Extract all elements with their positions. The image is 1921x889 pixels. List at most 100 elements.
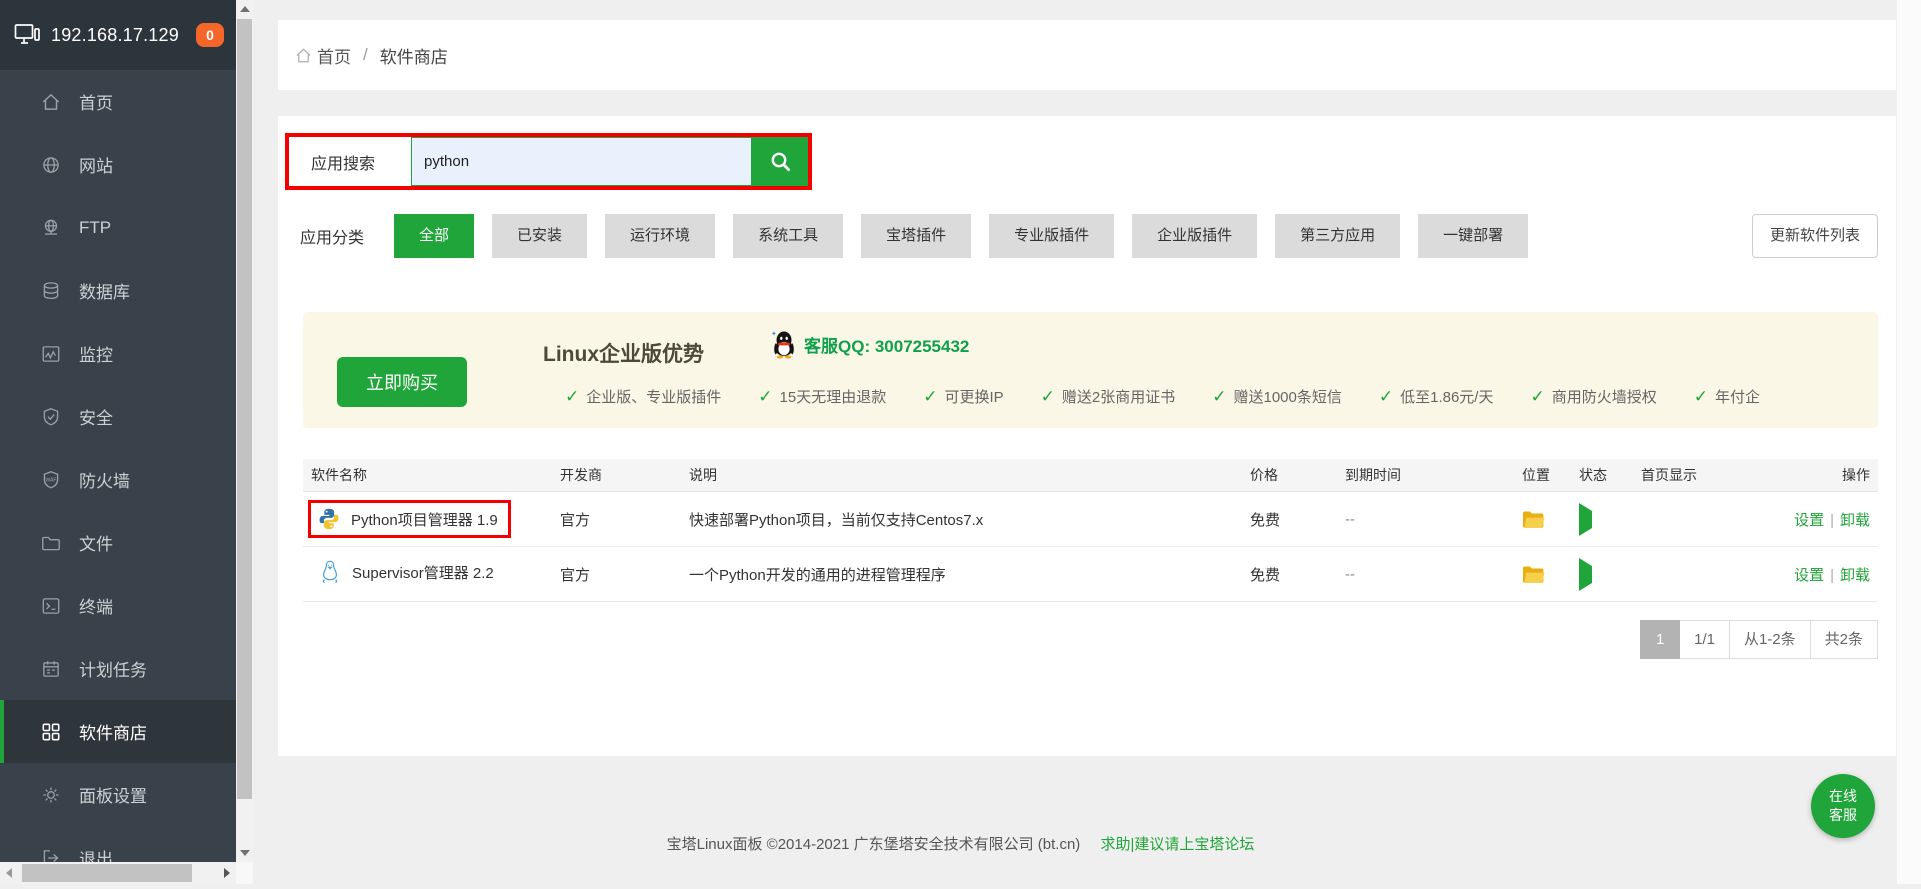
category-tab-pro-plugins[interactable]: 专业版插件 [989,214,1114,258]
scrollbar-corner [236,862,253,884]
sidebar-item-files[interactable]: 文件 [0,511,236,574]
app-developer: 官方 [552,564,681,585]
category-tab-one-click[interactable]: 一键部署 [1418,214,1528,258]
benefit-item: ✓15天无理由退款 [758,386,886,407]
qq-penguin-icon: ✦ [771,330,796,359]
globe-icon [40,154,62,176]
search-label: 应用搜索 [289,137,411,186]
check-icon: ✓ [565,387,579,407]
category-tab-third-party[interactable]: 第三方应用 [1275,214,1400,258]
app-description: 快速部署Python项目，当前仅支持Centos7.x [681,509,1242,530]
python-icon [317,507,341,531]
action-separator: | [1830,567,1834,584]
breadcrumb: 首页 / 软件商店 [278,20,1896,90]
scroll-down-arrow-icon[interactable] [240,850,250,856]
search-input[interactable] [411,137,752,186]
sidebar-item-database[interactable]: 数据库 [0,259,236,322]
main-content: 首页 / 软件商店 应用搜索 应用分类 全部 已安装 运行环境 系统工具 宝塔插… [253,0,1921,884]
scroll-left-arrow-icon[interactable] [6,868,12,878]
col-header-home-display: 首页显示 [1633,465,1753,485]
action-separator: | [1830,512,1834,529]
col-header-name: 软件名称 [303,465,552,485]
app-description: 一个Python开发的通用的进程管理程序 [681,564,1242,585]
app-developer: 官方 [552,509,681,530]
scroll-right-arrow-icon[interactable] [224,868,230,878]
sidebar-item-label: 网站 [79,152,113,177]
vertical-scrollbar[interactable] [236,0,253,862]
sidebar-item-label: 安全 [79,404,113,429]
check-icon: ✓ [1212,387,1226,407]
breadcrumb-home-link[interactable]: 首页 [317,43,351,68]
forum-link[interactable]: 求助|建议请上宝塔论坛 [1100,836,1254,853]
search-button[interactable] [752,137,808,186]
benefit-item: ✓赠送2张商用证书 [1041,386,1176,407]
scroll-up-arrow-icon[interactable] [240,6,250,12]
qq-service-text: 客服QQ: 3007255432 [804,332,969,357]
sidebar-item-ftp[interactable]: FTP [0,196,236,259]
sidebar-item-label: 监控 [79,341,113,366]
online-service-button[interactable]: 在线 客服 [1811,774,1875,838]
category-tab-enterprise-plugins[interactable]: 企业版插件 [1132,214,1257,258]
check-icon: ✓ [1530,387,1544,407]
category-tab-installed[interactable]: 已安装 [492,214,587,258]
sidebar-item-monitor[interactable]: 监控 [0,322,236,385]
check-icon: ✓ [758,387,772,407]
svg-text:✦: ✦ [771,330,777,338]
settings-link[interactable]: 设置 [1794,567,1824,584]
uninstall-link[interactable]: 卸载 [1840,567,1870,584]
benefit-item: ✓赠送1000条短信 [1212,386,1342,407]
check-icon: ✓ [923,387,937,407]
copyright-text: 宝塔Linux面板 ©2014-2021 广东堡塔安全技术有限公司 (bt.cn… [667,836,1081,853]
sidebar-item-terminal[interactable]: 终端 [0,574,236,637]
search-icon [769,150,792,173]
sidebar-item-label: 面板设置 [79,782,147,807]
breadcrumb-home-icon [294,46,313,65]
svg-text:WAF: WAF [45,477,56,483]
benefit-item: ✓企业版、专业版插件 [565,386,721,407]
category-label: 应用分类 [300,224,364,248]
sidebar: 192.168.17.129 0 首页 网站 FTP 数据库 监控 安全 WAF… [0,0,236,884]
enterprise-promo-banner: 立即购买 Linux企业版优势 ✦ [303,312,1878,428]
sidebar-item-label: 终端 [79,593,113,618]
col-header-price: 价格 [1242,465,1337,485]
horizontal-scrollbar-thumb[interactable] [22,864,192,882]
sidebar-item-home[interactable]: 首页 [0,70,236,133]
sidebar-item-security[interactable]: 安全 [0,385,236,448]
app-grid-icon [40,721,62,743]
folder-outline-icon [40,532,62,554]
running-status-icon[interactable] [1579,558,1592,591]
vertical-scrollbar-thumb[interactable] [237,19,252,799]
calendar-icon [40,658,62,680]
category-tab-bt-plugins[interactable]: 宝塔插件 [861,214,971,258]
col-header-actions: 操作 [1753,465,1878,485]
check-icon: ✓ [1694,387,1708,407]
category-tab-all[interactable]: 全部 [394,214,474,258]
buy-now-button[interactable]: 立即购买 [337,357,467,407]
breadcrumb-current: 软件商店 [380,43,448,68]
uninstall-link[interactable]: 卸载 [1840,512,1870,529]
sidebar-item-settings[interactable]: 面板设置 [0,763,236,826]
message-badge[interactable]: 0 [196,23,224,47]
running-status-icon[interactable] [1579,503,1592,536]
horizontal-scrollbar[interactable] [0,862,236,884]
search-annotation-box: 应用搜索 [285,133,812,190]
sidebar-item-firewall[interactable]: WAF 防火墙 [0,448,236,511]
benefit-list: ✓企业版、专业版插件 ✓15天无理由退款 ✓可更换IP ✓赠送2张商用证书 ✓赠… [565,386,1878,407]
sidebar-item-cron[interactable]: 计划任务 [0,637,236,700]
sidebar-item-label: 软件商店 [79,719,147,744]
category-tab-system-tools[interactable]: 系统工具 [733,214,843,258]
app-name: Supervisor管理器 2.2 [352,562,494,583]
settings-link[interactable]: 设置 [1794,512,1824,529]
open-folder-icon[interactable] [1522,510,1571,529]
open-folder-icon[interactable] [1522,565,1571,584]
sidebar-item-appstore[interactable]: 软件商店 [0,700,236,763]
col-header-developer: 开发商 [552,465,681,485]
benefit-item: ✓可更换IP [923,386,1003,407]
home-icon [40,91,62,113]
update-software-list-button[interactable]: 更新软件列表 [1752,214,1878,258]
category-tab-runtime[interactable]: 运行环境 [605,214,715,258]
qq-service-line: ✦ 客服QQ: 3007255432 [771,330,969,359]
sidebar-item-website[interactable]: 网站 [0,133,236,196]
check-icon: ✓ [1379,387,1393,407]
page-number-button[interactable]: 1 [1640,620,1680,659]
